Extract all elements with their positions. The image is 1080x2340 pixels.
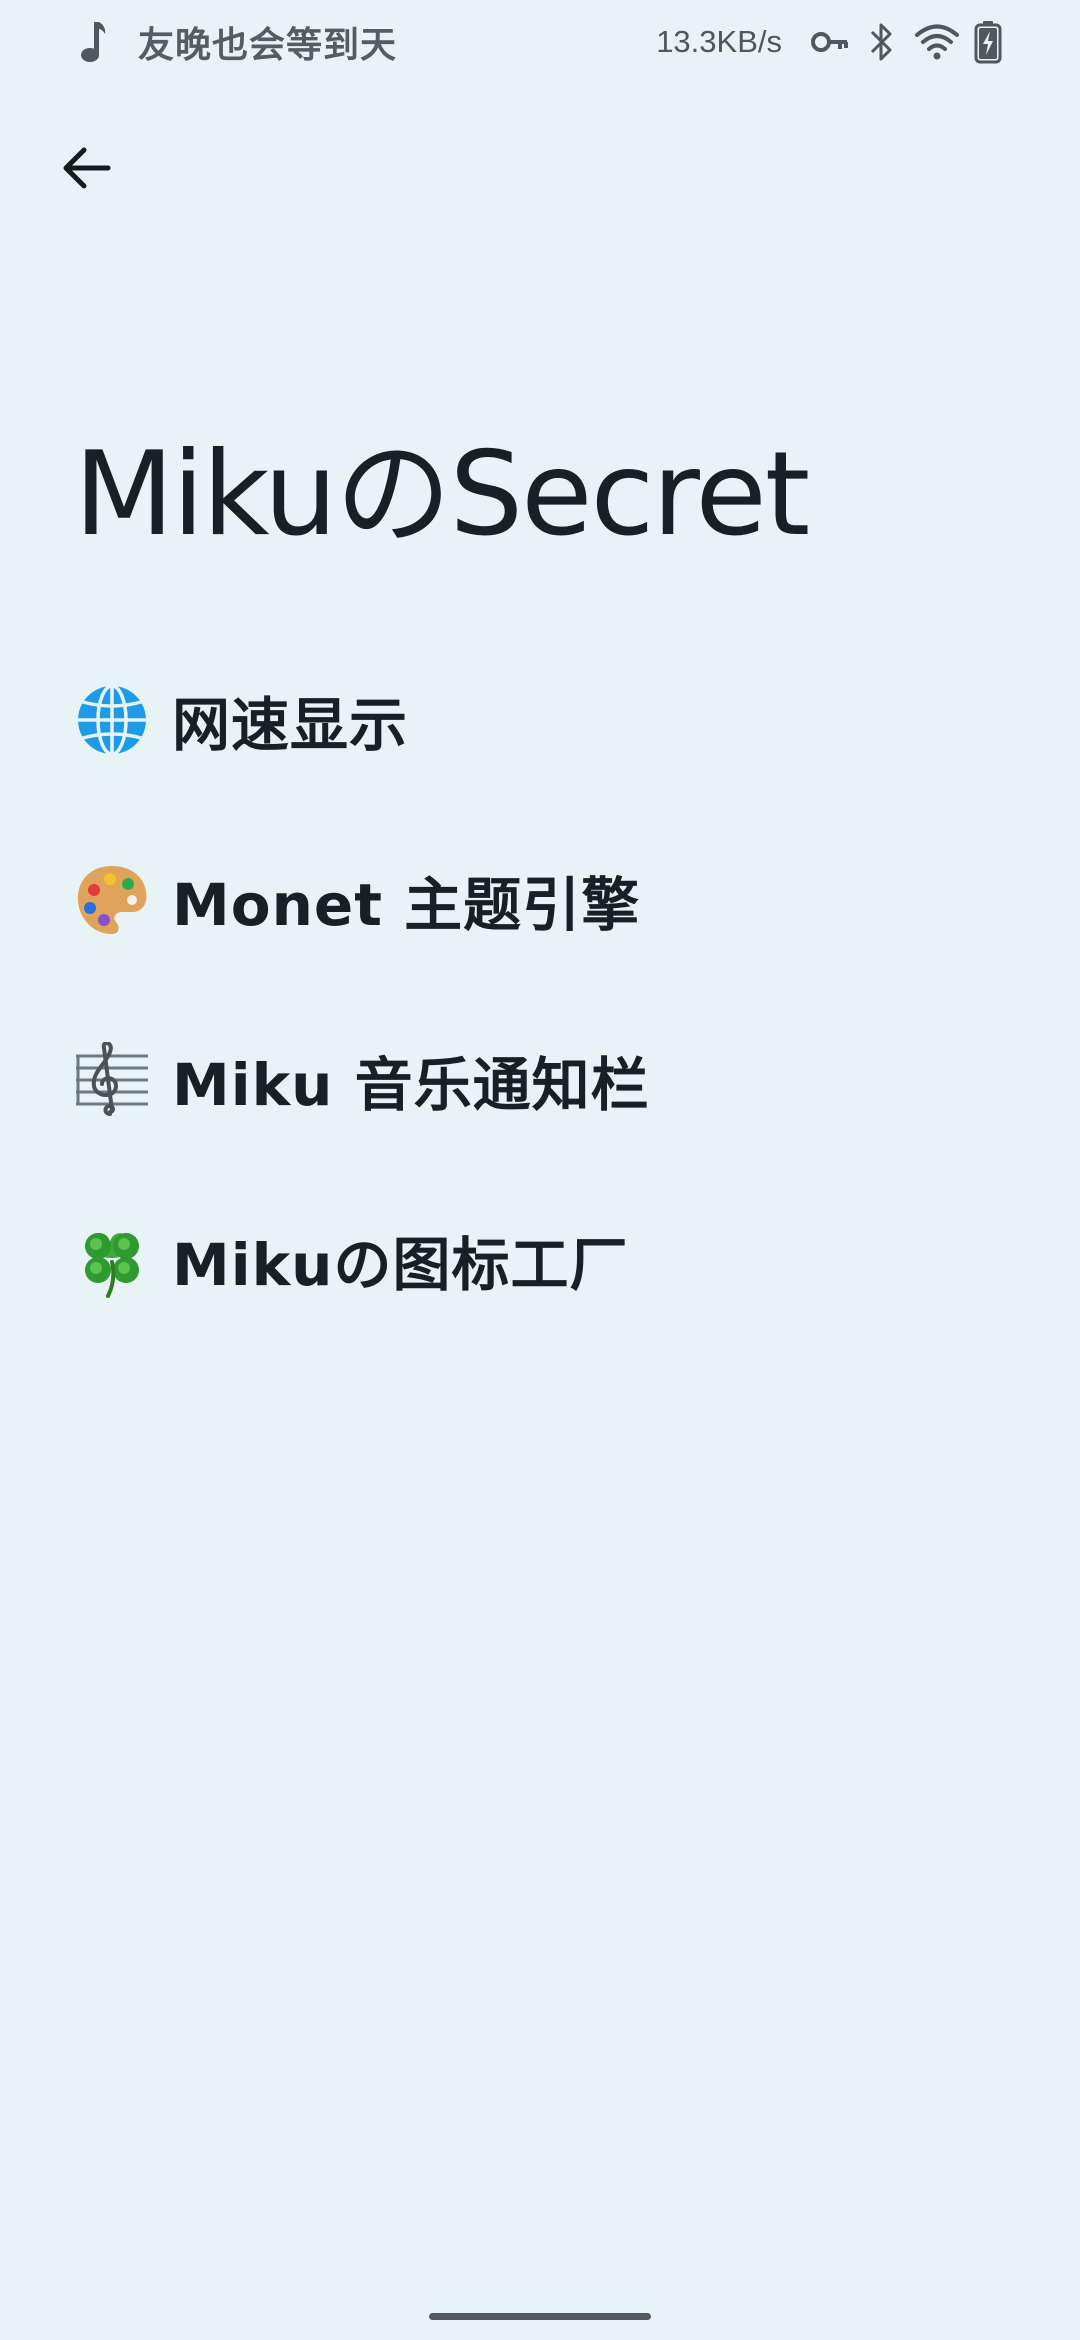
menu-item-miku-music-notification[interactable]: Miku 音乐通知栏: [0, 990, 1080, 1170]
artist-palette-icon: [77, 866, 147, 934]
menu-item-label: Monet 主题引擎: [172, 871, 641, 939]
menu-item-label: Miku 音乐通知栏: [172, 1051, 650, 1119]
four-leaf-clover-icon: [85, 1233, 139, 1298]
globe-icon: [78, 684, 146, 756]
musical-score-icon: [76, 1042, 148, 1116]
menu-item-label: Mikuの图标工厂: [172, 1231, 629, 1299]
wifi-icon: [915, 24, 959, 60]
status-bar-left: 友晚也会等到天: [78, 14, 397, 70]
vpn-key-icon: [811, 32, 848, 52]
now-playing-title: 友晚也会等到天: [138, 25, 398, 66]
bluetooth-icon: [870, 23, 892, 61]
arrow-left-icon: [63, 147, 111, 189]
menu-item-network-speed[interactable]: 网速显示: [0, 630, 1080, 810]
back-button[interactable]: [44, 126, 128, 210]
battery-charging-icon: [974, 21, 1002, 64]
menu-item-miku-icon-factory[interactable]: Mikuの图标工厂: [0, 1170, 1080, 1350]
music-note-icon: [81, 22, 106, 62]
network-speed: 13.3KB/s: [656, 24, 782, 59]
gesture-navigation-bar[interactable]: [429, 2313, 651, 2320]
menu-item-label: 网速显示: [172, 691, 409, 759]
menu-list: 网速显示 Monet 主题引擎 Miku 音乐通知栏 Mikuの图标工厂: [0, 630, 1080, 1350]
status-bar: 友晚也会等到天 13.3KB/s: [0, 0, 1080, 84]
status-bar-right: 13.3KB/s: [656, 14, 1002, 70]
page-title: MikuのSecret: [74, 427, 810, 562]
menu-item-monet-theme[interactable]: Monet 主题引擎: [0, 810, 1080, 990]
